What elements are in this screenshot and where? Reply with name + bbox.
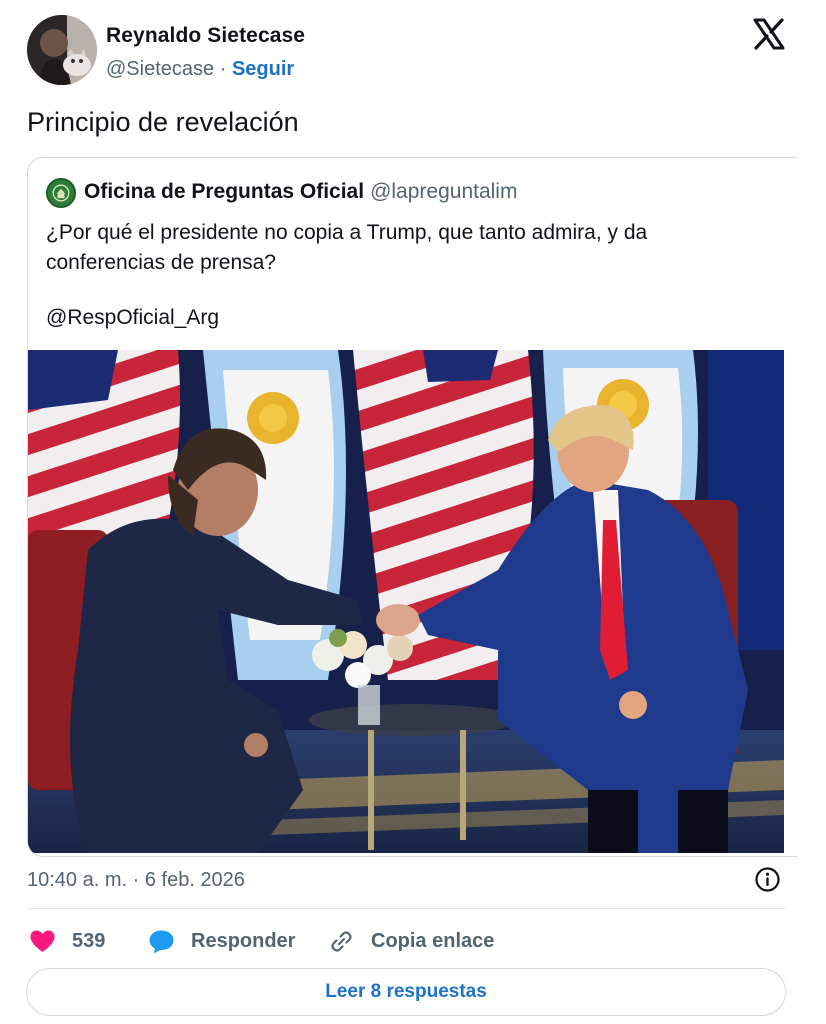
quoted-text: ¿Por qué el presidente no copia a Trump,…: [46, 218, 766, 278]
speech-bubble-icon: [149, 930, 174, 953]
handle-separator: ·: [219, 58, 227, 80]
quoted-author-handle[interactable]: @lapreguntalim: [370, 180, 517, 203]
quoted-avatar[interactable]: [46, 178, 76, 208]
quoted-author-name[interactable]: Oficina de Preguntas Oficial: [84, 180, 364, 203]
heart-icon: [30, 930, 55, 952]
divider: [27, 908, 785, 909]
x-logo-icon[interactable]: [752, 17, 786, 51]
author-handle[interactable]: @Sietecase: [106, 58, 214, 80]
quoted-author[interactable]: Oficina de Preguntas Oficial @lapreguntal…: [84, 180, 517, 204]
follow-button[interactable]: Seguir: [232, 58, 294, 80]
copy-link-button[interactable]: Copia enlace: [328, 926, 494, 956]
quoted-mention[interactable]: @RespOficial_Arg: [46, 306, 219, 330]
author-avatar[interactable]: [27, 15, 97, 85]
reply-label: Responder: [191, 929, 296, 952]
tweet-timestamp[interactable]: 10:40 a. m. · 6 feb. 2026: [27, 869, 245, 892]
quoted-text-line-1: ¿Por qué el presidente no copia a Trump,…: [46, 221, 648, 244]
quoted-text-line-2: conferencias de prensa?: [46, 251, 276, 274]
like-count: 539: [72, 929, 106, 952]
tweet-embed: Reynaldo Sietecase @Sietecase · Seguir P…: [0, 0, 826, 1024]
reply-button[interactable]: Responder: [148, 926, 295, 956]
tweet-text: Principio de revelación: [27, 107, 299, 137]
read-replies-button[interactable]: Leer 8 respuestas: [26, 968, 786, 1016]
copy-link-label: Copia enlace: [371, 929, 495, 952]
info-icon[interactable]: [754, 866, 781, 893]
author-name[interactable]: Reynaldo Sietecase: [106, 24, 305, 48]
like-button[interactable]: 539: [29, 926, 105, 956]
author-handle-row: @Sietecase · Seguir: [106, 58, 294, 81]
quoted-tweet-card[interactable]: Oficina de Preguntas Oficial @lapreguntal…: [27, 157, 797, 857]
quoted-photo[interactable]: [28, 350, 784, 853]
link-icon: [331, 930, 352, 952]
